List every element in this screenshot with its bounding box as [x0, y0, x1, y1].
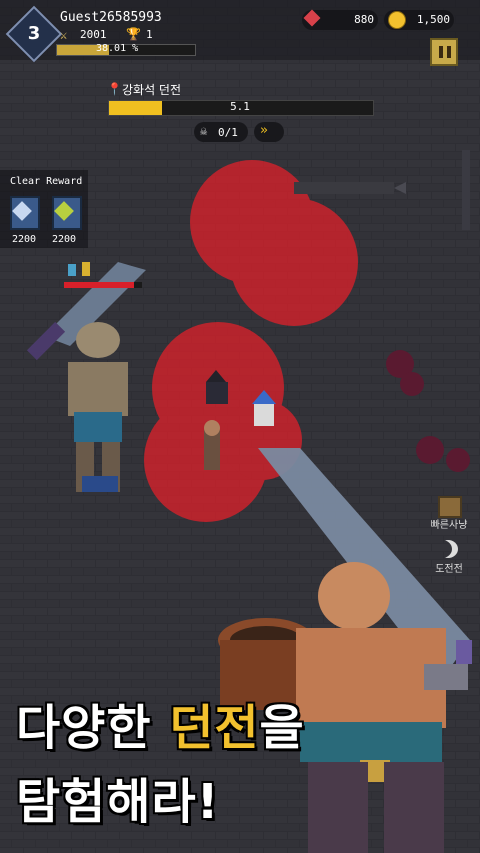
headline-text: 다양한	[16, 700, 170, 756]
xp-percent: 38.01 %	[96, 43, 139, 54]
chest-icon[interactable]	[438, 496, 462, 518]
gold-amount: 1,500	[416, 13, 450, 26]
hanging-chain	[462, 150, 470, 230]
reward-qty-1: 2200	[12, 234, 37, 245]
headline-line-1: 다양한 던전을	[16, 688, 305, 758]
challenge-label[interactable]: 도전전	[424, 560, 474, 575]
stage-number: 5.1	[230, 100, 250, 113]
crossed-swords-icon: ⚔	[60, 28, 68, 42]
spiked-club	[294, 182, 406, 194]
player-name: Guest26585993	[60, 10, 162, 25]
moon-icon[interactable]	[438, 540, 458, 558]
pause-icon	[439, 46, 443, 58]
enemy-hp-bar	[64, 282, 142, 288]
headline-line-2: 탐험해라!	[16, 774, 220, 830]
dungeon-name: 강화석 던전	[122, 83, 182, 97]
pause-icon-bar	[447, 46, 451, 58]
headline-text-end: 을	[259, 700, 305, 756]
combat-power: 2001	[80, 28, 107, 41]
fast-forward-button[interactable]	[254, 122, 284, 142]
hero-archer	[204, 420, 220, 470]
player-level: 3	[27, 23, 41, 44]
kill-count: 0/1	[218, 126, 238, 139]
clear-reward-title: Clear Reward	[10, 176, 83, 187]
gem-amount: 880	[354, 13, 374, 26]
headline-highlight: 던전	[169, 700, 260, 756]
pause-button[interactable]	[430, 38, 458, 66]
reward-qty-2: 2200	[52, 234, 77, 245]
trophy-count: 1	[146, 28, 153, 41]
trophy-icon: 🏆	[126, 27, 141, 41]
gold-coin-icon	[388, 11, 406, 29]
skull-icon: ☠	[200, 124, 208, 138]
quick-hunt-label[interactable]: 빠른사냥	[424, 516, 474, 531]
fast-forward-icon: »	[260, 123, 268, 138]
location-pin-icon: 📍	[107, 82, 122, 96]
